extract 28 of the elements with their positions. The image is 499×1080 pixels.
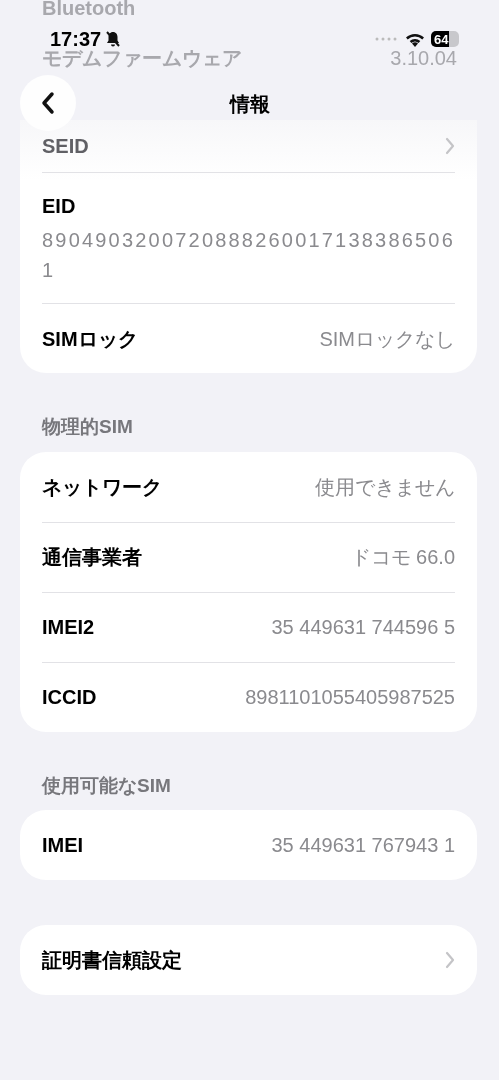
section-header: 使用可能なSIM [42, 774, 171, 796]
row-value: 89049032007208882600171383865061 [42, 228, 455, 283]
row-label: EID [42, 194, 77, 219]
row-label: SIMロック [42, 326, 138, 352]
row-value: ドコモ 66.0 [350, 545, 455, 570]
row-label: Bluetooth [42, 0, 136, 21]
wifi-icon [405, 31, 425, 47]
row-label: IMEI [42, 833, 84, 858]
row-value: 8981101055405987525 [245, 685, 455, 710]
row-value: 35 449631 744596 5 [271, 615, 455, 640]
row-value: 使用できません [315, 474, 455, 500]
list-row[interactable]: 証明書信頼設定 [42, 925, 455, 995]
row-value: 3.10.04 [390, 46, 457, 71]
battery-level: 64 [433, 32, 449, 46]
chevron-right-icon [445, 137, 455, 155]
list-row[interactable]: SEID [42, 120, 455, 172]
row-label: 通信事業者 [42, 545, 142, 570]
row-value: 35 449631 767943 1 [271, 833, 455, 858]
chevron-left-icon [41, 91, 55, 115]
chevron-right-icon [445, 951, 455, 969]
row-label: ネットワーク [42, 474, 162, 500]
row-value: SIMロックなし [319, 326, 455, 352]
page-title: 情報 [229, 93, 270, 115]
row-label: IMEI2 [42, 615, 95, 640]
row-label: ICCID [42, 685, 97, 710]
signal-icon [375, 37, 399, 41]
section-header: 物理的SIM [42, 416, 133, 437]
bell-slash-icon [104, 30, 123, 48]
